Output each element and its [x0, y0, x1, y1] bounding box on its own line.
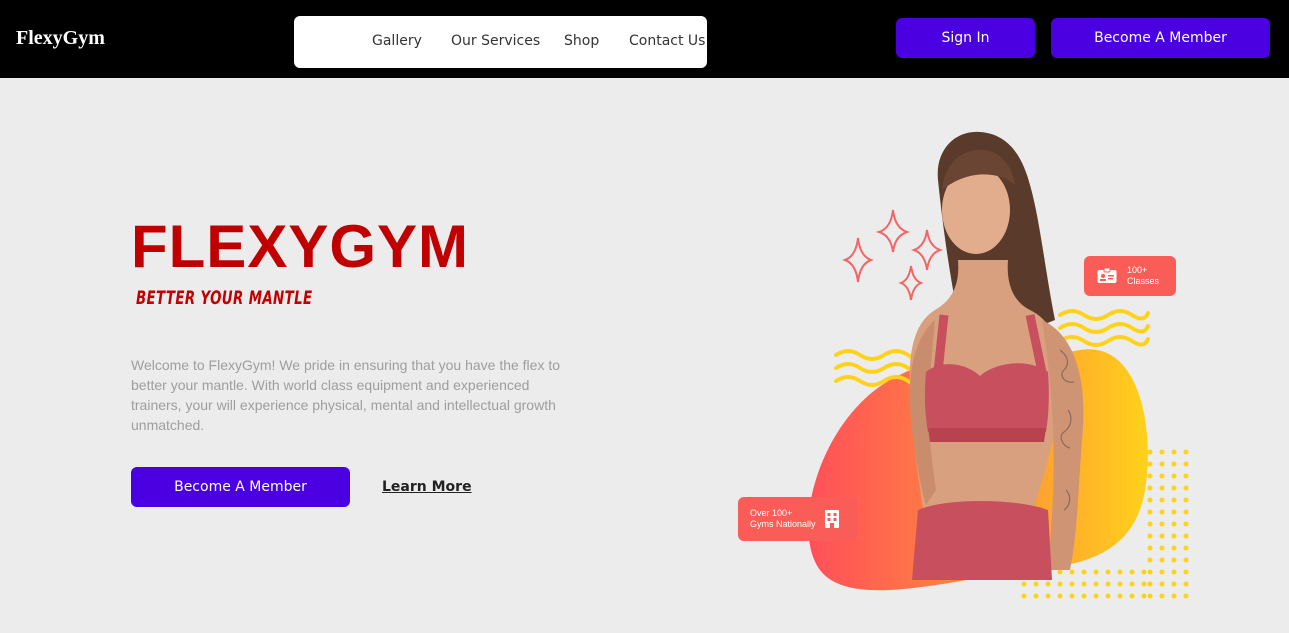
sign-in-button[interactable]: Sign In	[896, 18, 1035, 58]
main-nav: Gallery Our Services Shop Contact Us	[294, 16, 707, 68]
nav-gallery[interactable]: Gallery	[372, 33, 422, 49]
site-logo[interactable]: FlexyGym	[16, 27, 105, 50]
classes-label: Classes	[1127, 276, 1160, 286]
nav-our-services[interactable]: Our Services	[451, 33, 540, 49]
top-navbar: FlexyGym Gallery Our Services Shop Conta…	[0, 0, 1289, 78]
athlete-figure	[909, 131, 1084, 580]
become-member-header-button[interactable]: Become A Member	[1051, 18, 1270, 58]
hero-artwork	[808, 131, 1189, 599]
nav-shop[interactable]: Shop	[564, 33, 599, 49]
sparkle-icons	[842, 209, 943, 301]
gyms-badge: Over 100+ Gyms Nationally	[738, 497, 858, 541]
nav-contact-us[interactable]: Contact Us	[629, 33, 705, 49]
classes-count: 100+	[1127, 265, 1148, 275]
become-member-cta-button[interactable]: Become A Member	[131, 467, 350, 507]
id-card-icon	[1097, 268, 1117, 283]
gyms-count: Over 100+	[750, 508, 793, 518]
hero-intro-text: Welcome to FlexyGym! We pride in ensurin…	[131, 357, 561, 433]
hero-illustration: 100+ Classes Over 100+ Gyms Nationally	[730, 110, 1200, 620]
classes-badge: 100+ Classes	[1084, 256, 1176, 296]
learn-more-link[interactable]: Learn More	[382, 479, 472, 495]
gyms-label: Gyms Nationally	[750, 519, 816, 529]
wave-lines-right	[1058, 309, 1150, 347]
hero-tagline: BETTER YOUR MANTLE	[136, 287, 313, 309]
hero-title: FLEXYGYM	[131, 213, 470, 280]
building-icon	[824, 510, 839, 528]
